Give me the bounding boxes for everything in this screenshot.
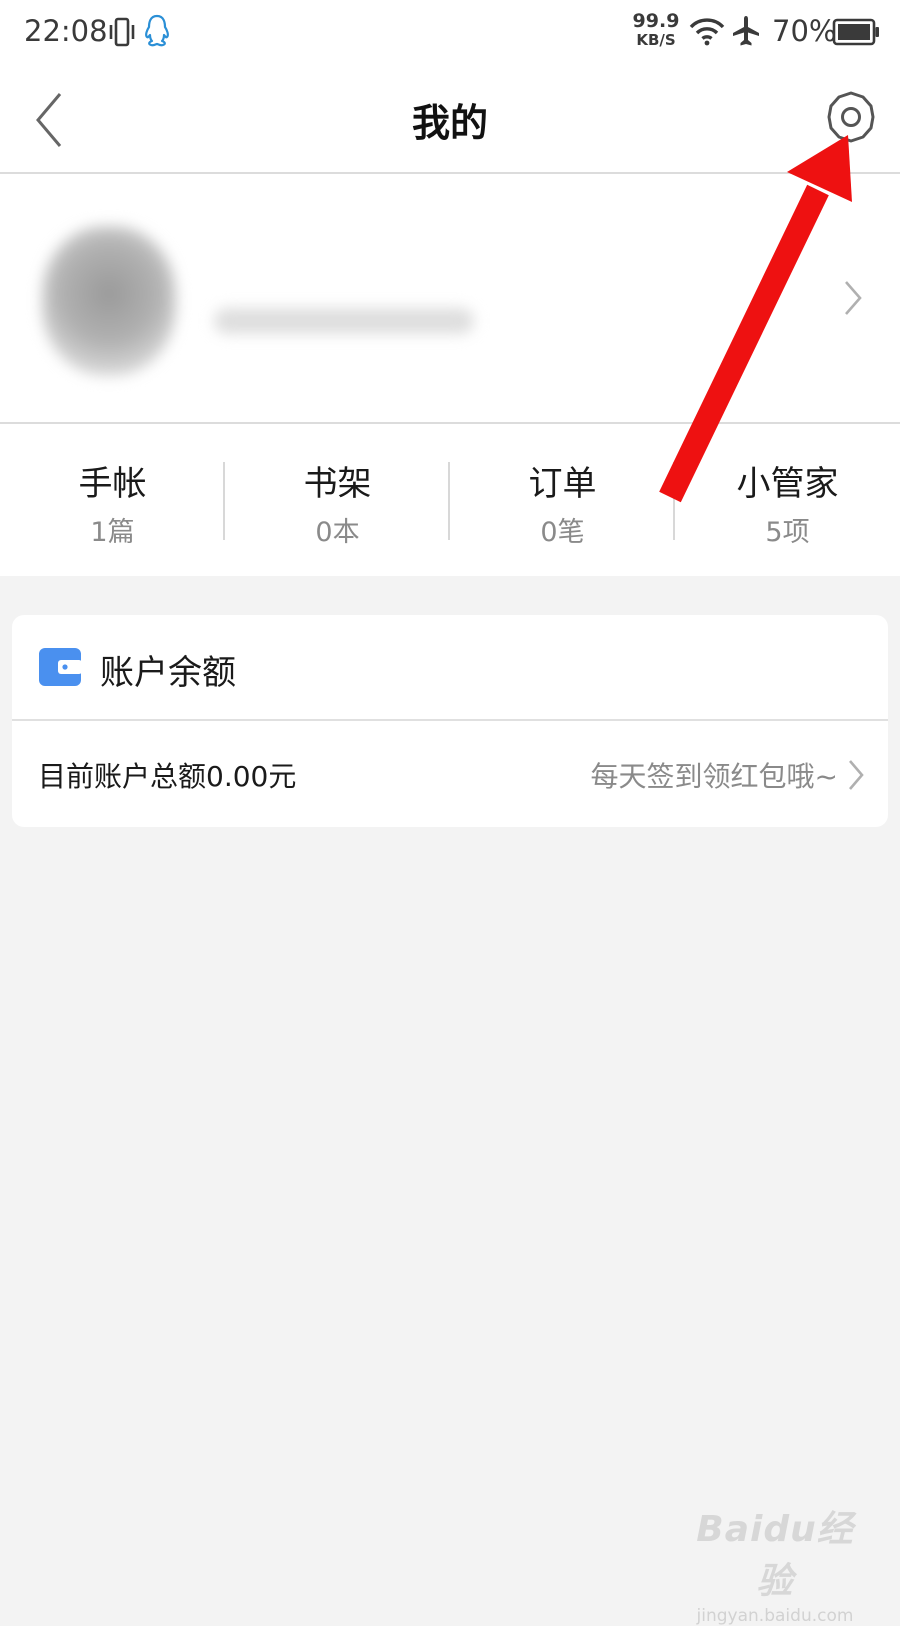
airplane-icon (730, 14, 762, 52)
stat-label: 小管家 (736, 464, 839, 504)
stat-item-orders[interactable]: 订单 0笔 (450, 424, 675, 576)
stat-item-assistant[interactable]: 小管家 5项 (675, 424, 900, 576)
profile-section[interactable] (0, 174, 900, 424)
stats-row: 手帐 1篇 书架 0本 订单 0笔 小管家 5项 (0, 424, 900, 576)
checkin-hint: 每天签到领红包哦~ (590, 760, 838, 793)
chevron-right-icon[interactable] (842, 278, 864, 322)
stat-value: 0本 (315, 517, 360, 548)
chevron-right-icon[interactable] (846, 757, 866, 797)
page-title: 我的 (411, 101, 488, 145)
stat-value: 0笔 (540, 517, 585, 548)
stat-value: 1篇 (90, 517, 135, 548)
network-speed: 99.9 KB/S (628, 12, 684, 48)
nickname-blurred (214, 308, 474, 334)
stat-label: 手帐 (78, 464, 147, 504)
settings-button[interactable] (824, 90, 878, 144)
qq-icon (144, 14, 170, 52)
balance-row[interactable]: 目前账户总额0.00元 每天签到领红包哦~ (12, 721, 888, 827)
wifi-icon (688, 16, 726, 50)
stat-label: 订单 (528, 464, 597, 504)
balance-card: 账户余额 目前账户总额0.00元 每天签到领红包哦~ (12, 615, 888, 827)
gear-icon (827, 91, 875, 143)
stat-item-bookshelf[interactable]: 书架 0本 (225, 424, 450, 576)
watermark-url: jingyan.baidu.com (696, 1606, 854, 1626)
watermark: Baidu经验 jingyan.baidu.com (690, 1500, 860, 1626)
network-speed-value: 99.9 (632, 10, 680, 32)
stat-label: 书架 (303, 464, 372, 504)
vibrate-icon (108, 16, 136, 52)
stat-item-journal[interactable]: 手帐 1篇 (0, 424, 225, 576)
network-speed-unit: KB/S (636, 31, 676, 49)
stat-value: 5项 (765, 517, 810, 548)
battery-percent: 70% (772, 14, 837, 48)
wallet-icon (38, 647, 82, 691)
battery-icon (832, 18, 880, 50)
balance-header: 账户余额 (12, 615, 888, 721)
nav-bar: 我的 (0, 64, 900, 174)
status-bar: 22:08 99.9 KB/S 70% (0, 0, 900, 64)
avatar[interactable] (42, 226, 176, 376)
balance-amount: 目前账户总额0.00元 (38, 760, 297, 793)
watermark-brand: Baidu经验 (696, 1509, 854, 1602)
balance-title: 账户余额 (100, 653, 236, 693)
status-time: 22:08 (24, 14, 108, 48)
